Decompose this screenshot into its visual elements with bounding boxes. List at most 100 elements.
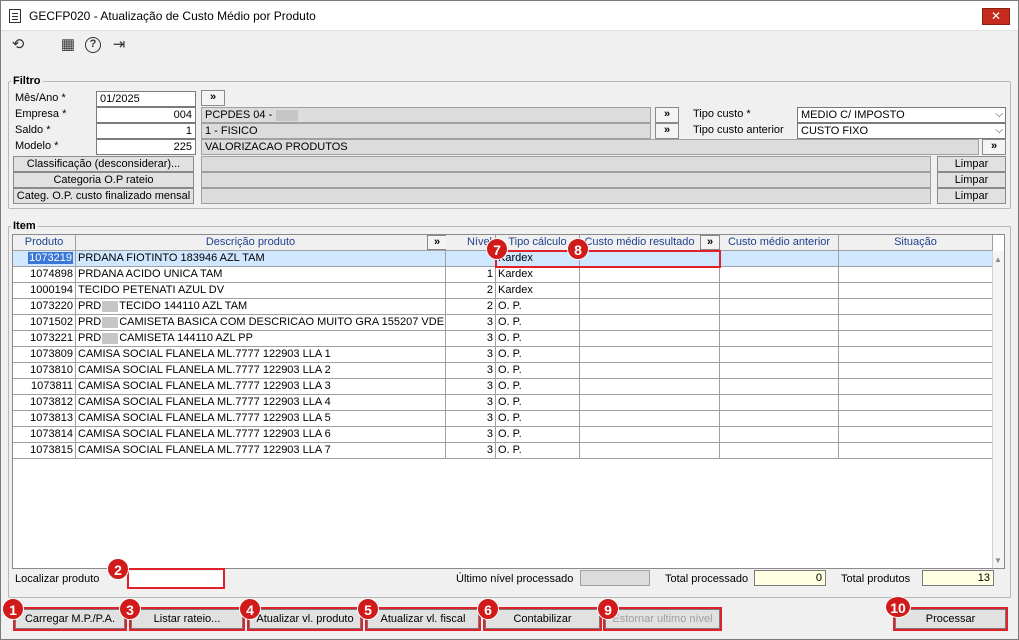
table-row[interactable]: 1073815 CAMISA SOCIAL FLANELA ML.7777 122…: [13, 443, 993, 459]
cell-situacao[interactable]: [839, 251, 993, 267]
cell-custo-medio-anterior[interactable]: [720, 411, 839, 427]
cell-custo-medio-anterior[interactable]: [720, 299, 839, 315]
limpar-categ-op-button[interactable]: Limpar: [937, 188, 1006, 204]
cell-produto[interactable]: 1073220: [13, 299, 76, 315]
cell-tipo-calculo[interactable]: Kardex: [496, 267, 580, 283]
cell-custo-medio-resultado[interactable]: [580, 427, 720, 443]
table-row[interactable]: 1073814 CAMISA SOCIAL FLANELA ML.7777 122…: [13, 427, 993, 443]
cell-tipo-calculo[interactable]: O. P.: [496, 299, 580, 315]
cell-produto[interactable]: 1000194: [13, 283, 76, 299]
cell-custo-medio-anterior[interactable]: [720, 267, 839, 283]
cell-tipo-calculo[interactable]: O. P.: [496, 443, 580, 459]
table-row[interactable]: 1073813 CAMISA SOCIAL FLANELA ML.7777 122…: [13, 411, 993, 427]
cell-nivel[interactable]: 1: [446, 267, 496, 283]
grid-scrollbar[interactable]: ▲ ▼: [992, 251, 1004, 568]
scroll-up-icon[interactable]: ▲: [994, 255, 1002, 264]
cell-produto[interactable]: 1073219: [13, 251, 76, 267]
table-row[interactable]: 1073809 CAMISA SOCIAL FLANELA ML.7777 122…: [13, 347, 993, 363]
cell-nivel[interactable]: 3: [446, 363, 496, 379]
cell-tipo-calculo[interactable]: O. P.: [496, 411, 580, 427]
cell-situacao[interactable]: [839, 411, 993, 427]
cell-descricao[interactable]: CAMISA SOCIAL FLANELA ML.7777 122903 LLA…: [76, 411, 446, 427]
cell-produto[interactable]: 1073815: [13, 443, 76, 459]
cell-descricao[interactable]: CAMISA SOCIAL FLANELA ML.7777 122903 LLA…: [76, 379, 446, 395]
cell-tipo-calculo[interactable]: O. P.: [496, 363, 580, 379]
cell-tipo-calculo[interactable]: O. P.: [496, 379, 580, 395]
cell-situacao[interactable]: [839, 299, 993, 315]
cell-produto[interactable]: 1073809: [13, 347, 76, 363]
cell-custo-medio-anterior[interactable]: [720, 427, 839, 443]
cell-situacao[interactable]: [839, 347, 993, 363]
cell-situacao[interactable]: [839, 379, 993, 395]
cell-custo-medio-anterior[interactable]: [720, 331, 839, 347]
cell-situacao[interactable]: [839, 315, 993, 331]
cell-produto[interactable]: 1074898: [13, 267, 76, 283]
cell-produto[interactable]: 1071502: [13, 315, 76, 331]
cell-produto[interactable]: 1073810: [13, 363, 76, 379]
cell-situacao[interactable]: [839, 443, 993, 459]
cell-produto[interactable]: 1073221: [13, 331, 76, 347]
items-grid[interactable]: Produto Descrição produto » Nível Tipo c…: [12, 234, 1005, 569]
cell-descricao[interactable]: CAMISA SOCIAL FLANELA ML.7777 122903 LLA…: [76, 363, 446, 379]
classificacao-button[interactable]: Classificação (desconsiderar)...: [13, 156, 194, 172]
cell-nivel[interactable]: 3: [446, 395, 496, 411]
cell-custo-medio-resultado[interactable]: [580, 347, 720, 363]
cell-nivel[interactable]: 3: [446, 347, 496, 363]
tipo-custo-select[interactable]: MEDIO C/ IMPOSTO ⌵: [797, 107, 1006, 123]
cell-custo-medio-anterior[interactable]: [720, 443, 839, 459]
cell-descricao[interactable]: CAMISA SOCIAL FLANELA ML.7777 122903 LLA…: [76, 443, 446, 459]
col-header-situacao[interactable]: Situação: [839, 235, 993, 251]
exit-icon[interactable]: ⇥: [110, 36, 128, 54]
cell-custo-medio-resultado[interactable]: [580, 363, 720, 379]
cell-custo-medio-resultado[interactable]: [580, 411, 720, 427]
cell-custo-medio-resultado[interactable]: [580, 443, 720, 459]
modelo-input[interactable]: 225: [96, 139, 196, 155]
cell-tipo-calculo[interactable]: O. P.: [496, 395, 580, 411]
cell-nivel[interactable]: 3: [446, 331, 496, 347]
cell-situacao[interactable]: [839, 331, 993, 347]
mes-ano-input[interactable]: 01/2025: [96, 91, 196, 107]
cell-produto[interactable]: 1073814: [13, 427, 76, 443]
mes-ano-lookup-button[interactable]: »: [201, 90, 225, 106]
table-row[interactable]: 1073220 PRD TECIDO 144110 AZL TAM 2 O. P.: [13, 299, 993, 315]
cell-custo-medio-anterior[interactable]: [720, 347, 839, 363]
table-row[interactable]: 1074898 PRDANA ACIDO UNICA TAM 1 Kardex: [13, 267, 993, 283]
cell-custo-medio-anterior[interactable]: [720, 251, 839, 267]
table-row[interactable]: 1071502 PRD CAMISETA BASICA COM DESCRICAO …: [13, 315, 993, 331]
cell-descricao[interactable]: TECIDO PETENATI AZUL DV: [76, 283, 446, 299]
limpar-classificacao-button[interactable]: Limpar: [937, 156, 1006, 172]
table-row[interactable]: 1073221 PRD CAMISETA 144110 AZL PP 3 O. P.: [13, 331, 993, 347]
refresh-icon[interactable]: ⟲: [9, 36, 27, 54]
cell-situacao[interactable]: [839, 427, 993, 443]
cell-descricao[interactable]: CAMISA SOCIAL FLANELA ML.7777 122903 LLA…: [76, 347, 446, 363]
cell-nivel[interactable]: 3: [446, 427, 496, 443]
cell-custo-medio-anterior[interactable]: [720, 363, 839, 379]
modelo-lookup-button[interactable]: »: [982, 139, 1006, 155]
cell-nivel[interactable]: 2: [446, 299, 496, 315]
scroll-down-icon[interactable]: ▼: [994, 556, 1002, 565]
cell-produto[interactable]: 1073812: [13, 395, 76, 411]
descricao-expand-button[interactable]: »: [427, 235, 447, 250]
cell-custo-medio-anterior[interactable]: [720, 315, 839, 331]
cell-tipo-calculo[interactable]: O. P.: [496, 315, 580, 331]
col-header-produto[interactable]: Produto: [13, 235, 76, 251]
table-row[interactable]: 1073810 CAMISA SOCIAL FLANELA ML.7777 122…: [13, 363, 993, 379]
table-row[interactable]: 1073812 CAMISA SOCIAL FLANELA ML.7777 122…: [13, 395, 993, 411]
calendar-icon[interactable]: ▦: [59, 36, 77, 54]
empresa-lookup-button[interactable]: »: [655, 107, 679, 123]
cell-descricao[interactable]: PRDANA FIOTINTO 183946 AZL TAM: [76, 251, 446, 267]
saldo-input[interactable]: 1: [96, 123, 196, 139]
cell-custo-medio-anterior[interactable]: [720, 395, 839, 411]
cell-tipo-calculo[interactable]: Kardex: [496, 283, 580, 299]
help-icon[interactable]: ?: [85, 37, 101, 53]
cell-produto[interactable]: 1073811: [13, 379, 76, 395]
cell-nivel[interactable]: 3: [446, 379, 496, 395]
cell-descricao[interactable]: PRD TECIDO 144110 AZL TAM: [76, 299, 446, 315]
cell-descricao[interactable]: PRD CAMISETA 144110 AZL PP: [76, 331, 446, 347]
cell-custo-medio-resultado[interactable]: [580, 395, 720, 411]
categoria-op-rateio-button[interactable]: Categoria O.P rateio: [13, 172, 194, 188]
empresa-input[interactable]: 004: [96, 107, 196, 123]
close-button[interactable]: ✕: [982, 8, 1010, 25]
cell-descricao[interactable]: CAMISA SOCIAL FLANELA ML.7777 122903 LLA…: [76, 395, 446, 411]
cell-custo-medio-resultado[interactable]: [580, 379, 720, 395]
